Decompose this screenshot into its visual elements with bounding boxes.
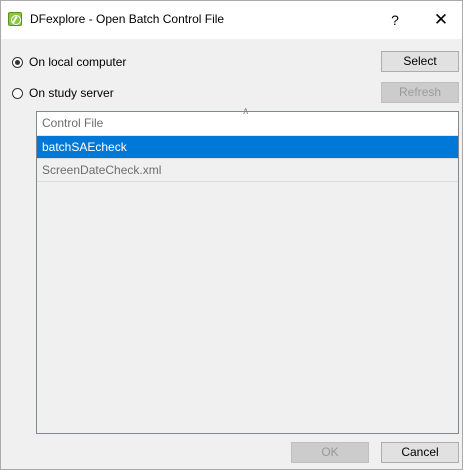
study-server-radio[interactable] (12, 87, 23, 99)
select-button[interactable]: Select (381, 51, 459, 72)
close-button[interactable]: ✕ (428, 7, 454, 33)
list-item[interactable]: batchSAEcheck (37, 136, 458, 159)
dfexplore-app-icon (8, 12, 22, 26)
refresh-button[interactable]: Refresh (381, 82, 459, 103)
list-item[interactable]: ScreenDateCheck.xml (37, 159, 458, 182)
cancel-button[interactable]: Cancel (381, 442, 459, 463)
local-computer-option[interactable]: On local computer (12, 55, 126, 69)
sort-ascending-icon: ∧ (242, 106, 250, 117)
title-bar: DFexplore - Open Batch Control File ? ✕ (1, 1, 462, 39)
window-title: DFexplore - Open Batch Control File (30, 12, 225, 26)
study-server-option[interactable]: On study server (12, 86, 114, 100)
local-computer-label: On local computer (29, 55, 127, 69)
control-file-list[interactable]: ∧ Control File batchSAEcheck ScreenDateC… (36, 106, 459, 434)
help-button[interactable]: ? (382, 7, 408, 33)
local-computer-radio[interactable] (12, 56, 23, 68)
ok-button[interactable]: OK (291, 442, 369, 463)
open-batch-control-file-dialog: DFexplore - Open Batch Control File ? ✕ … (0, 0, 463, 470)
study-server-label: On study server (29, 86, 114, 100)
